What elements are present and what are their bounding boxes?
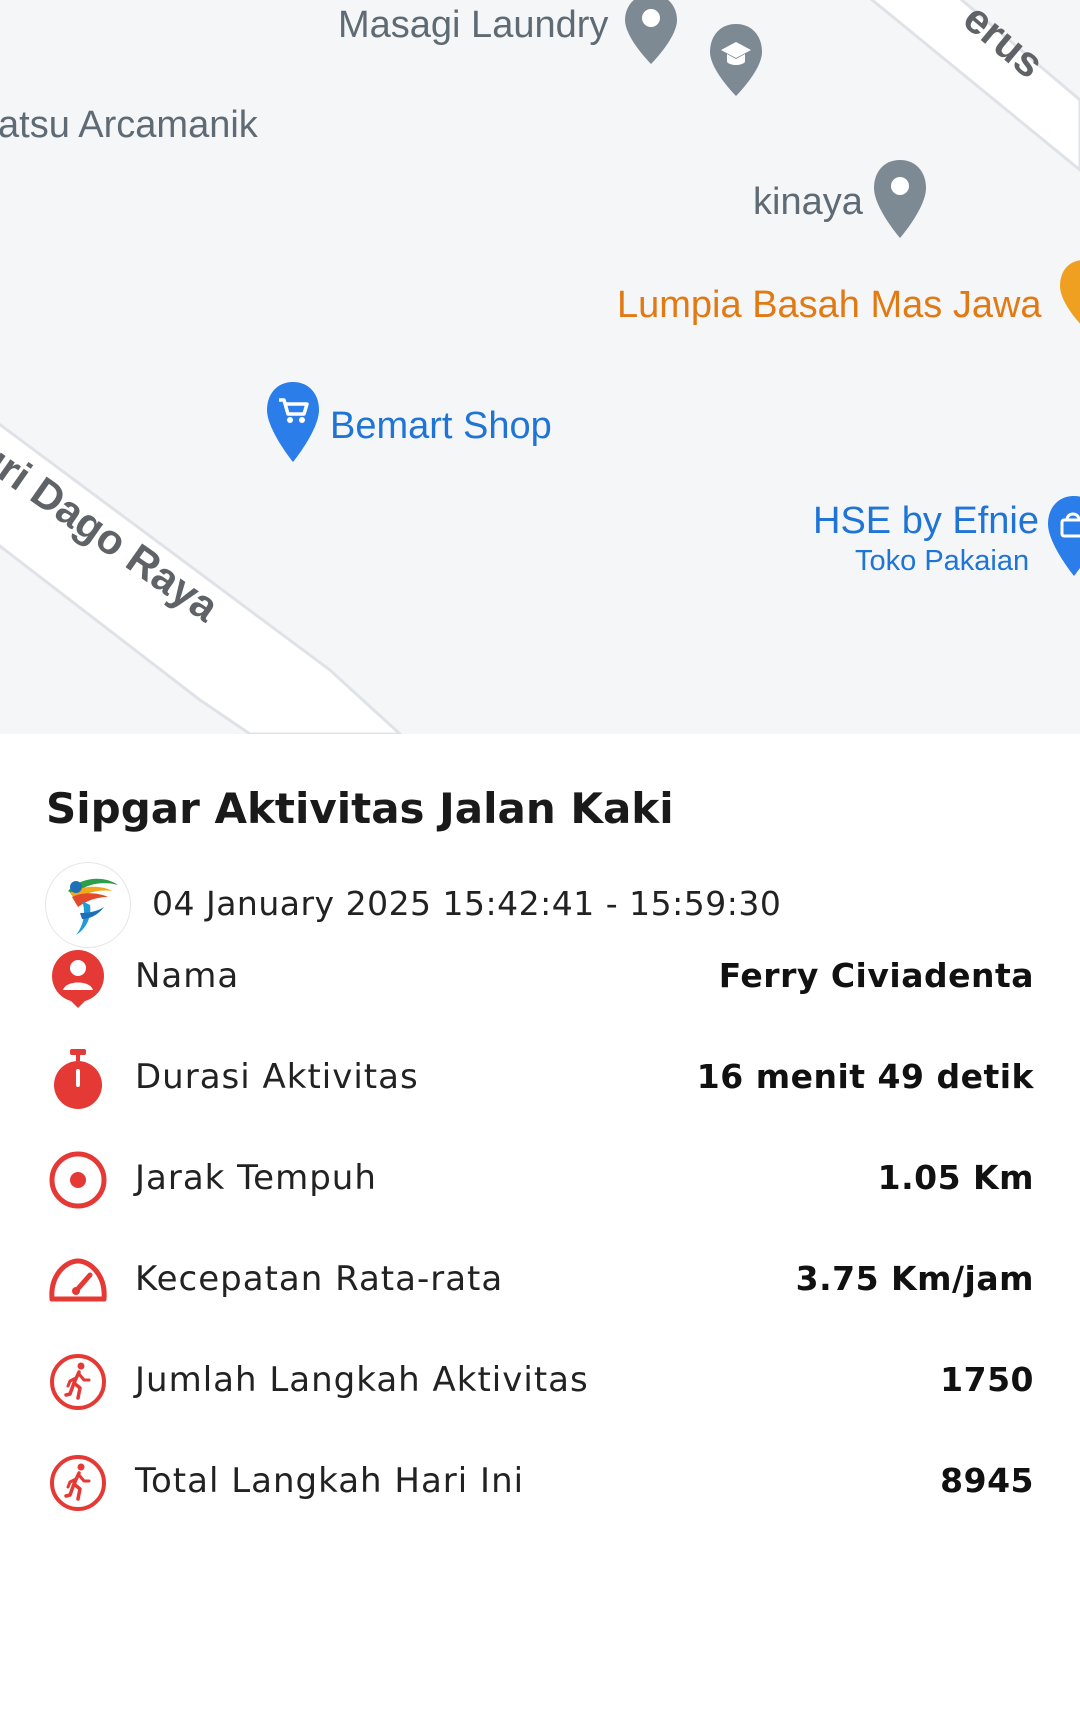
row-value: 8945 bbox=[940, 1461, 1034, 1500]
row-label: Jarak Tempuh bbox=[135, 1158, 377, 1198]
row-value: 1750 bbox=[940, 1360, 1034, 1399]
poi-label-lumpia-basah[interactable]: Lumpia Basah Mas Jawa bbox=[617, 284, 1042, 327]
map-pin-icon[interactable] bbox=[622, 0, 680, 66]
row-value: 1.05 Km bbox=[877, 1158, 1034, 1197]
activity-summary-sheet: Sipgar Aktivitas Jalan Kaki 04 January 2… bbox=[0, 734, 1080, 1732]
page-title: Sipgar Aktivitas Jalan Kaki bbox=[46, 784, 674, 833]
info-row-kecepatan: Kecepatan Rata-rata 3.75 Km/jam bbox=[0, 1237, 1080, 1317]
shopping-bag-pin-icon[interactable] bbox=[1044, 494, 1080, 578]
info-row-total-langkah: Total Langkah Hari Ini 8945 bbox=[0, 1439, 1080, 1519]
poi-label-arcamanik[interactable]: atsu Arcamanik bbox=[0, 104, 258, 147]
stopwatch-icon bbox=[54, 1049, 102, 1109]
row-value: 3.75 Km/jam bbox=[795, 1259, 1034, 1298]
row-label: Jumlah Langkah Aktivitas bbox=[135, 1360, 589, 1400]
shopping-cart-pin-icon[interactable] bbox=[264, 380, 322, 464]
poi-label-bemart-shop[interactable]: Bemart Shop bbox=[330, 405, 552, 448]
map-pin-icon[interactable] bbox=[871, 158, 929, 240]
speedometer-icon bbox=[49, 1258, 107, 1302]
row-label: Kecepatan Rata-rata bbox=[135, 1259, 504, 1299]
activity-datetime: 04 January 2025 15:42:41 - 15:59:30 bbox=[152, 884, 782, 923]
row-value: Ferry Civiadenta bbox=[718, 956, 1034, 995]
info-row-durasi: Durasi Aktivitas 16 menit 49 detik bbox=[0, 1035, 1080, 1115]
walking-icon bbox=[50, 1455, 106, 1511]
info-row-jarak: Jarak Tempuh 1.05 Km bbox=[0, 1136, 1080, 1216]
row-label: Durasi Aktivitas bbox=[135, 1057, 419, 1097]
row-value: 16 menit 49 detik bbox=[696, 1057, 1034, 1096]
poi-subtitle-hse-by-efnie[interactable]: Toko Pakaian bbox=[855, 545, 1029, 578]
row-label: Nama bbox=[135, 956, 240, 996]
poi-label-hse-by-efnie[interactable]: HSE by Efnie bbox=[813, 500, 1039, 543]
info-row-jumlah-langkah: Jumlah Langkah Aktivitas 1750 bbox=[0, 1338, 1080, 1418]
poi-label-kinaya[interactable]: kinaya bbox=[753, 181, 863, 224]
restaurant-pin-icon[interactable] bbox=[1058, 258, 1080, 330]
school-pin-icon[interactable] bbox=[707, 22, 765, 98]
poi-label-masagi-laundry[interactable]: Masagi Laundry bbox=[338, 4, 608, 47]
info-row-nama: Nama Ferry Civiadenta bbox=[0, 934, 1080, 1014]
target-icon bbox=[49, 1151, 107, 1209]
person-icon bbox=[52, 950, 104, 1008]
walking-icon bbox=[50, 1354, 106, 1410]
row-label: Total Langkah Hari Ini bbox=[135, 1461, 525, 1501]
map-view[interactable]: Masagi Laundry atsu Arcamanik kinaya Lum… bbox=[0, 0, 1080, 734]
